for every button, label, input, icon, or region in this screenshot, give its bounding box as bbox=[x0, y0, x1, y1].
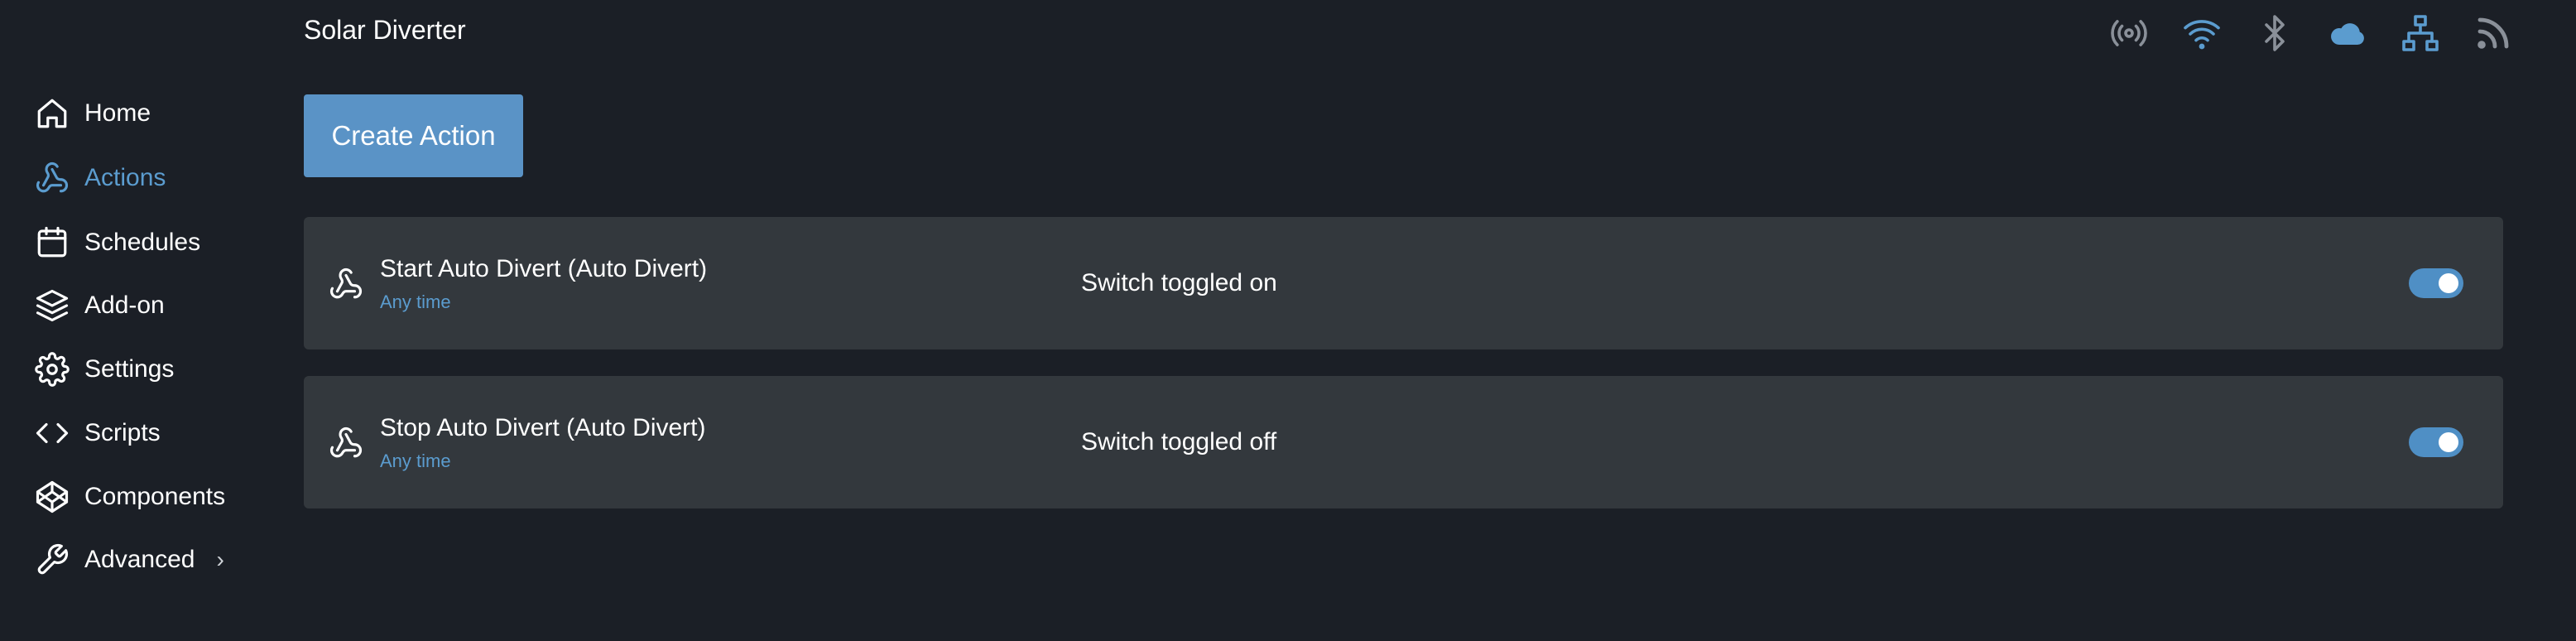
sidebar-item-label: Components bbox=[84, 483, 226, 510]
sidebar-item-actions[interactable]: Actions bbox=[35, 155, 166, 201]
action-schedule: Any time bbox=[380, 292, 451, 312]
calendar-icon bbox=[37, 226, 67, 258]
sidebar-item-label: Home bbox=[84, 99, 151, 127]
sidebar-item-label: Settings bbox=[84, 355, 175, 383]
action-enabled-toggle[interactable] bbox=[2409, 427, 2463, 457]
webhook-icon bbox=[329, 426, 363, 460]
sidebar-item-add-on[interactable]: Add-on bbox=[35, 282, 165, 329]
wrench-icon bbox=[37, 543, 69, 575]
sidebar-item-label: Advanced bbox=[84, 546, 195, 573]
rss-icon[interactable] bbox=[2473, 13, 2513, 53]
sidebar-item-scripts[interactable]: Scripts bbox=[35, 410, 161, 456]
toggle-knob bbox=[2439, 432, 2458, 452]
sidebar-item-label: Schedules bbox=[84, 229, 201, 256]
sidebar: Home Actions Schedules Add-on Settings S… bbox=[0, 0, 273, 641]
action-schedule: Any time bbox=[380, 451, 451, 471]
sidebar-item-label: Scripts bbox=[84, 419, 161, 446]
page-title: Solar Diverter bbox=[304, 15, 466, 45]
bluetooth-icon[interactable] bbox=[2255, 13, 2295, 53]
cloud-icon[interactable] bbox=[2328, 13, 2367, 53]
layers-icon bbox=[36, 289, 69, 322]
action-card[interactable]: Stop Auto Divert (Auto Divert) Any time … bbox=[304, 376, 2503, 508]
app-page: Home Actions Schedules Add-on Settings S… bbox=[0, 0, 2576, 641]
action-trigger: Switch toggled on bbox=[1081, 269, 1277, 296]
chevron-right-icon: › bbox=[216, 547, 224, 572]
toggle-knob bbox=[2439, 273, 2458, 293]
action-title: Start Auto Divert (Auto Divert) bbox=[380, 255, 708, 282]
broadcast-icon[interactable] bbox=[2109, 13, 2149, 53]
create-action-button[interactable]: Create Action bbox=[304, 94, 523, 177]
sidebar-item-label: Add-on bbox=[84, 292, 165, 319]
wifi-icon[interactable] bbox=[2182, 13, 2222, 53]
webhook-icon bbox=[329, 267, 363, 301]
sidebar-item-components[interactable]: Components bbox=[35, 474, 225, 520]
sidebar-item-schedules[interactable]: Schedules bbox=[35, 219, 200, 266]
sidebar-item-home[interactable]: Home bbox=[35, 90, 151, 137]
home-icon bbox=[37, 99, 67, 128]
codepen-icon bbox=[36, 480, 69, 513]
action-trigger: Switch toggled off bbox=[1081, 428, 1277, 455]
status-icons bbox=[2109, 13, 2513, 53]
action-title: Stop Auto Divert (Auto Divert) bbox=[380, 414, 706, 441]
sidebar-item-advanced[interactable]: Advanced › bbox=[35, 537, 224, 583]
action-enabled-toggle[interactable] bbox=[2409, 268, 2463, 298]
gear-icon bbox=[35, 352, 70, 387]
sidebar-item-settings[interactable]: Settings bbox=[35, 346, 174, 393]
code-icon bbox=[36, 422, 69, 444]
action-card[interactable]: Start Auto Divert (Auto Divert) Any time… bbox=[304, 217, 2503, 349]
sidebar-item-label: Actions bbox=[84, 164, 166, 191]
network-icon[interactable] bbox=[2401, 13, 2440, 53]
webhook-icon bbox=[36, 161, 69, 193]
